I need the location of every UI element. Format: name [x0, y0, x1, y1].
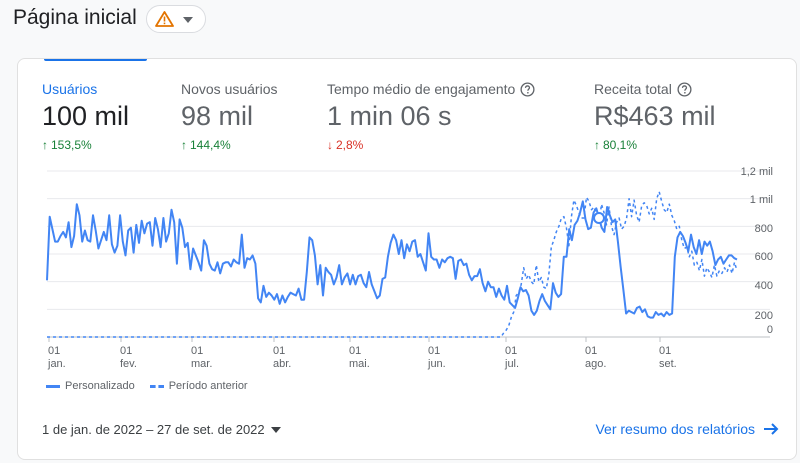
series-line-personalizado [46, 200, 738, 319]
y-tick-label: 0 [767, 324, 773, 336]
chart-legend: Personalizado Período anterior [46, 380, 263, 392]
property-warning-dropdown[interactable] [146, 5, 206, 33]
date-range-selector[interactable]: 1 de jan. de 2022 – 27 de set. de 2022 [42, 422, 281, 437]
x-tick-label: 01 [349, 345, 361, 357]
arrow-up-icon: ↑ [594, 138, 600, 152]
x-tick-label: jun. [427, 358, 446, 370]
metric-users[interactable]: Usuários 100 mil ↑ 153,5% [42, 81, 129, 152]
x-tick-label: mai. [349, 358, 370, 370]
x-tick-label: mar. [191, 358, 212, 370]
help-circle-icon[interactable] [677, 81, 692, 97]
x-tick-label: jan. [47, 358, 66, 370]
legend-item-personalizado: Personalizado [46, 380, 135, 392]
metric-change: 153,5% [51, 138, 92, 152]
metric-engagement-time[interactable]: Tempo médio de engajamento 1 min 06 s ↓ 2… [327, 81, 535, 152]
legend-label: Personalizado [65, 380, 135, 392]
date-range-label: 1 de jan. de 2022 – 27 de set. de 2022 [42, 422, 265, 437]
y-tick-label: 400 [755, 280, 773, 292]
metric-value: 1 min 06 s [327, 101, 452, 131]
x-tick-label: 01 [48, 345, 60, 357]
series-line-previous-period [47, 191, 738, 338]
y-tick-label: 600 [755, 251, 773, 263]
warning-icon [155, 11, 174, 27]
metric-total-revenue[interactable]: Receita total R$463 mil ↑ 80,1% [594, 81, 716, 152]
x-tick-label: 01 [505, 345, 517, 357]
metric-new-users[interactable]: Novos usuários 98 mil ↑ 144,4% [181, 81, 278, 152]
metric-change: 2,8% [336, 138, 364, 152]
metric-label: Tempo médio de engajamento [327, 81, 516, 97]
line-chart[interactable]: 02004006008001 mil1,2 mil01jan.01fev.01m… [18, 151, 796, 376]
overview-card: Usuários 100 mil ↑ 153,5% Novos usuários … [17, 58, 797, 460]
arrow-up-icon: ↑ [42, 138, 48, 152]
x-tick-label: ago. [585, 358, 606, 370]
help-circle-icon[interactable] [520, 81, 535, 97]
y-tick-label: 200 [755, 310, 773, 322]
x-tick-label: jul. [504, 358, 519, 370]
x-tick-label: fev. [120, 358, 137, 370]
metric-label: Receita total [594, 81, 672, 97]
legend-item-periodo-anterior: Período anterior [149, 380, 248, 392]
arrow-up-icon: ↑ [181, 138, 187, 152]
view-reports-link[interactable]: Ver resumo dos relatórios [595, 421, 779, 437]
legend-swatch-dashed [149, 384, 164, 388]
annotation-marker[interactable] [593, 212, 605, 225]
caret-down-icon [183, 17, 193, 23]
caret-down-icon [270, 426, 281, 433]
x-tick-label: 01 [191, 345, 203, 357]
legend-label: Período anterior [168, 380, 248, 392]
arrow-down-icon: ↓ [327, 138, 333, 152]
x-tick-label: abr. [273, 358, 291, 370]
metric-value: 98 mil [181, 101, 254, 131]
x-tick-label: 01 [120, 345, 132, 357]
x-tick-label: 01 [273, 345, 285, 357]
y-tick-label: 1 mil [750, 194, 773, 206]
metric-change: 80,1% [603, 138, 638, 152]
x-tick-label: 01 [585, 345, 597, 357]
y-tick-label: 800 [755, 223, 773, 235]
active-metric-indicator [44, 59, 147, 61]
legend-swatch-solid [46, 384, 60, 388]
x-tick-label: set. [659, 358, 677, 370]
metric-label: Novos usuários [181, 81, 278, 97]
x-tick-label: 01 [428, 345, 440, 357]
y-tick-label: 1,2 mil [741, 166, 773, 178]
metric-change: 144,4% [190, 138, 231, 152]
metric-value: 100 mil [42, 101, 130, 131]
page-title: Página inicial [13, 6, 137, 29]
metric-value: R$463 mil [594, 101, 716, 131]
arrow-right-icon [764, 423, 779, 435]
x-tick-label: 01 [659, 345, 671, 357]
metric-label: Usuários [42, 81, 98, 97]
view-reports-label: Ver resumo dos relatórios [595, 421, 755, 437]
